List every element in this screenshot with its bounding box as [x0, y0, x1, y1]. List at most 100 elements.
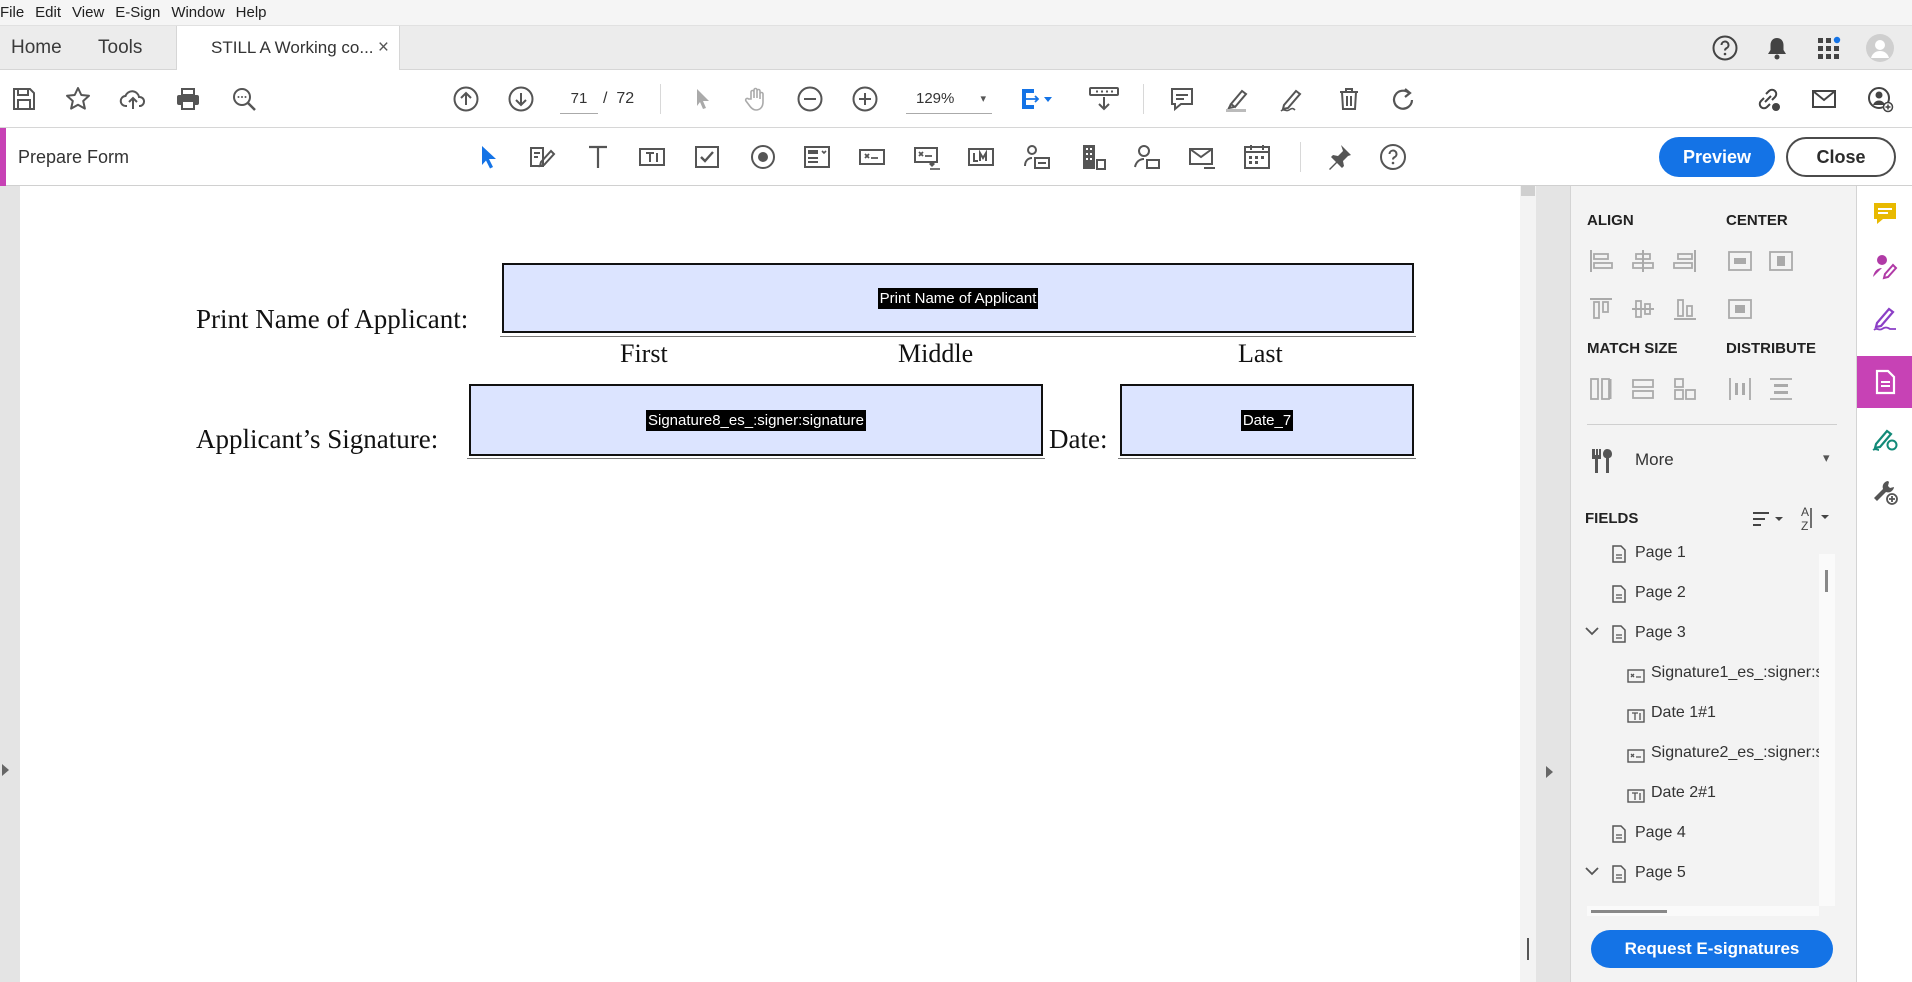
pdf-page[interactable]: Print Name of Applicant: Print Name of A… — [20, 186, 1520, 982]
menu-view[interactable]: View — [72, 4, 115, 21]
edit-form-icon[interactable] — [527, 142, 557, 172]
tree-page-item[interactable]: Page 4 — [1611, 818, 1819, 848]
select-object-icon[interactable] — [474, 142, 504, 172]
text-field-icon[interactable] — [637, 142, 667, 172]
list-box-icon[interactable] — [802, 142, 832, 172]
initials-field-icon[interactable] — [966, 142, 996, 172]
previous-page-icon[interactable] — [450, 83, 482, 115]
signature-field-icon[interactable] — [912, 142, 942, 172]
page-number-input[interactable]: 71 — [560, 84, 598, 114]
zoom-out-icon[interactable] — [794, 83, 826, 115]
scrollbar-thumb[interactable] — [1521, 186, 1535, 196]
print-name-field[interactable]: Print Name of Applicant — [502, 263, 1414, 333]
sort-order-icon[interactable] — [1751, 506, 1785, 532]
help-icon[interactable] — [1711, 34, 1739, 62]
sort-alpha-icon[interactable]: AZ — [1799, 504, 1833, 533]
help-icon[interactable] — [1378, 142, 1408, 172]
center-horizontal-icon[interactable] — [1727, 248, 1753, 274]
match-height-icon[interactable] — [1588, 376, 1614, 402]
hand-icon[interactable] — [740, 83, 772, 115]
fields-horizontal-scrollbar[interactable] — [1587, 906, 1819, 916]
menu-file[interactable]: File — [0, 4, 35, 21]
highlight-icon[interactable] — [1221, 83, 1253, 115]
zoom-select[interactable]: 129% ▾ — [906, 84, 992, 114]
tab-document[interactable]: STILL A Working co... × — [176, 26, 400, 71]
document-viewport[interactable]: Print Name of Applicant: Print Name of A… — [0, 186, 1570, 982]
chevron-down-icon[interactable] — [1585, 864, 1599, 879]
add-person-icon[interactable] — [1864, 83, 1896, 115]
close-button[interactable]: Close — [1786, 137, 1896, 177]
document-scrollbar[interactable] — [1520, 186, 1536, 982]
next-page-icon[interactable] — [505, 83, 537, 115]
add-text-icon[interactable] — [583, 142, 613, 172]
avatar[interactable] — [1866, 34, 1894, 62]
request-signature-tool-icon[interactable] — [1871, 252, 1899, 280]
search-icon[interactable] — [228, 83, 260, 115]
redo-icon[interactable] — [1387, 83, 1419, 115]
signature-field[interactable]: Signature8_es_:signer:signature — [469, 384, 1043, 456]
date-field[interactable]: Date_7 — [1120, 384, 1414, 456]
center-vertical-icon[interactable] — [1768, 248, 1794, 274]
email-field-icon[interactable] — [1187, 142, 1217, 172]
match-width-icon[interactable] — [1630, 376, 1656, 402]
trash-icon[interactable] — [1333, 83, 1365, 115]
menu-window[interactable]: Window — [171, 4, 235, 21]
company-field-icon[interactable] — [1078, 142, 1108, 172]
apps-grid-icon[interactable] — [1815, 34, 1843, 62]
comment-tool-icon[interactable] — [1871, 200, 1899, 228]
add-tools-icon[interactable] — [1871, 478, 1899, 506]
fields-scrollbar[interactable] — [1819, 554, 1835, 906]
scrollbar-thumb[interactable] — [1825, 570, 1828, 592]
certificate-sign-tool-icon[interactable] — [1871, 424, 1899, 452]
draw-sign-icon[interactable] — [1276, 83, 1308, 115]
tree-page-item[interactable]: Page 1 — [1611, 538, 1819, 568]
preview-button[interactable]: Preview — [1659, 137, 1775, 177]
chevron-down-icon[interactable] — [1585, 624, 1599, 639]
tree-page-item[interactable]: Page 5 — [1611, 858, 1819, 888]
tree-field-item[interactable]: Signature1_es_:signer:s — [1627, 658, 1819, 688]
align-left-icon[interactable] — [1588, 248, 1614, 274]
expand-left-panel-icon[interactable] — [2, 764, 9, 776]
collapse-right-panel-icon[interactable] — [1546, 766, 1553, 778]
mail-icon[interactable] — [1808, 83, 1840, 115]
distribute-vertical-icon[interactable] — [1768, 376, 1794, 402]
fit-page-icon[interactable] — [1016, 83, 1060, 115]
star-icon[interactable] — [62, 83, 94, 115]
close-tab-icon[interactable]: × — [378, 26, 389, 70]
print-icon[interactable] — [172, 83, 204, 115]
tab-tools[interactable]: Tools — [98, 26, 142, 70]
scrollbar-thumb[interactable] — [1591, 910, 1667, 913]
zoom-in-icon[interactable] — [849, 83, 881, 115]
radio-button-icon[interactable] — [748, 142, 778, 172]
scrollbar-grip[interactable] — [1527, 938, 1529, 960]
tree-field-item[interactable]: Date 2#1 — [1627, 778, 1819, 808]
tab-home[interactable]: Home — [11, 26, 62, 70]
menu-help[interactable]: Help — [236, 4, 278, 21]
cloud-upload-icon[interactable] — [117, 83, 149, 115]
distribute-horizontal-icon[interactable] — [1727, 376, 1753, 402]
fill-sign-tool-icon[interactable] — [1871, 304, 1899, 332]
align-bottom-icon[interactable] — [1672, 296, 1698, 322]
menu-esign[interactable]: E-Sign — [115, 4, 171, 21]
center-both-icon[interactable] — [1727, 296, 1753, 322]
select-arrow-icon[interactable] — [686, 83, 718, 115]
checkbox-icon[interactable] — [692, 142, 722, 172]
request-esignatures-button[interactable]: Request E-signatures — [1591, 930, 1833, 968]
tree-page-item[interactable]: Page 2 — [1611, 578, 1819, 608]
match-both-icon[interactable] — [1672, 376, 1698, 402]
align-right-icon[interactable] — [1672, 248, 1698, 274]
pin-icon[interactable] — [1324, 142, 1354, 172]
save-icon[interactable] — [8, 83, 40, 115]
title-field-icon[interactable] — [1132, 142, 1162, 172]
more-dropdown[interactable]: More ▾ — [1587, 444, 1837, 476]
tree-field-item[interactable]: Date 1#1 — [1627, 698, 1819, 728]
bell-icon[interactable] — [1763, 34, 1791, 62]
tree-page-item[interactable]: Page 3 — [1611, 618, 1819, 648]
share-link-icon[interactable] — [1752, 83, 1784, 115]
align-top-icon[interactable] — [1588, 296, 1614, 322]
prepare-form-tool-active[interactable] — [1857, 356, 1912, 408]
align-vertical-center-icon[interactable] — [1630, 296, 1656, 322]
date-field-icon[interactable] — [1242, 142, 1272, 172]
menu-edit[interactable]: Edit — [35, 4, 72, 21]
name-field-icon[interactable] — [1022, 142, 1052, 172]
